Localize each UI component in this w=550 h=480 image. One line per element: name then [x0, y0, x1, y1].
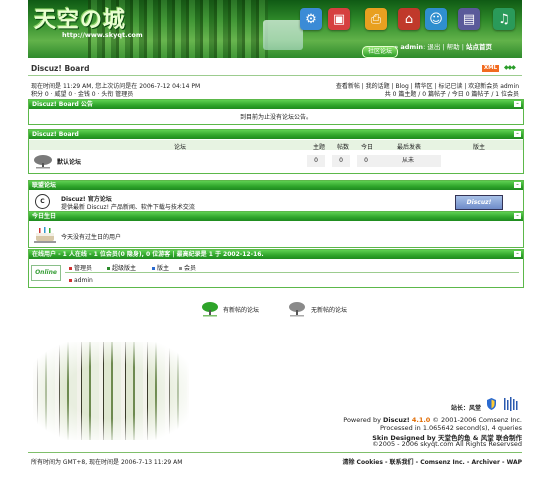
birthday-text: 今天没有过生日的用户	[61, 234, 122, 241]
partner-banner[interactable]: Discuz!	[455, 195, 503, 210]
discuz-link[interactable]: Discuz!	[383, 416, 410, 424]
community-forum-button[interactable]: 社区论坛	[362, 46, 398, 58]
birthday-cake-icon	[34, 227, 56, 243]
birthday-header: 今日生日 –	[29, 212, 523, 221]
col-posts: 帖数	[337, 144, 350, 151]
collapse-icon[interactable]: –	[514, 182, 521, 188]
post-count: 0	[332, 155, 350, 167]
waterfall-image	[263, 20, 303, 50]
legend-super-mod: 超级版主	[107, 263, 136, 272]
users-icon[interactable]: ☺	[425, 8, 447, 30]
collapse-icon[interactable]: –	[514, 131, 521, 137]
col-last-post: 最后发表	[397, 144, 422, 151]
birthday-section: 今日生日 – 今天没有过生日的用户	[28, 211, 524, 248]
announcement-section: Discuz! Board 公告 – 到目前为止没有论坛公告。	[28, 99, 524, 125]
discuz-logo-icon[interactable]: C	[35, 194, 50, 209]
col-threads: 主题	[313, 144, 326, 151]
xml-rss-button[interactable]: XML	[482, 65, 499, 72]
legend-mod: 版主	[152, 263, 169, 272]
legend-member: 会员	[179, 263, 196, 272]
homepage-link[interactable]: 站点首页	[466, 43, 492, 51]
site-stat-label[interactable]: 站长：风堂	[451, 403, 481, 412]
table-row[interactable]: 默认论坛 0 0 0 从未	[29, 152, 523, 170]
announcement-header: Discuz! Board 公告 –	[29, 100, 523, 109]
online-user-link[interactable]: admin	[69, 277, 93, 284]
points-info: 积分 0 · 威望 0 · 金钱 0 · 头衔 管理员	[31, 91, 134, 98]
forum-column-headers: 论坛 主题 帖数 今日 最后发表 版主	[29, 140, 523, 151]
shield-icon[interactable]	[487, 398, 496, 410]
site-header: 天空の城 http://www.skyqt.com ⚙ ▣ ⎙ ⌂ ☺ ▤ ♫ …	[28, 0, 522, 58]
home-icon[interactable]: ⌂	[398, 8, 420, 30]
collapse-icon[interactable]: –	[514, 251, 521, 257]
new-posts-label: 有新帖的论坛	[223, 307, 260, 314]
divider	[65, 272, 519, 273]
music-icon[interactable]: ♫	[493, 8, 515, 30]
processed-info: Processed in 1.065642 second(s), 4 queri…	[379, 424, 522, 432]
forum-name-link[interactable]: 默认论坛	[57, 157, 81, 166]
new-posts-tree-icon	[202, 302, 218, 317]
online-users-section: 在线用户 - 1 人在线 - 1 位会员(0 隐身), 0 位游客 | 最高纪录…	[28, 249, 524, 288]
site-url[interactable]: http://www.skyqt.com	[62, 31, 143, 39]
forum-tree-icon	[34, 155, 52, 169]
partner-links-section: 联盟论坛 – C Discuz! 官方论坛 提供最新 Discuz! 产品新闻、…	[28, 180, 524, 212]
partner-site-desc: 提供最新 Discuz! 产品新闻、软件下载与技术交流	[61, 204, 195, 211]
bot-icon[interactable]: ⚙	[300, 8, 322, 30]
collapse-icon[interactable]: –	[514, 213, 521, 219]
announcement-text: 到目前为止没有论坛公告。	[239, 114, 312, 121]
today-count: 0	[357, 155, 375, 167]
collapse-icon[interactable]: –	[514, 101, 521, 107]
nav-arrows-icon[interactable]: ◆◆◆	[504, 64, 516, 71]
printer-icon[interactable]: ⎙	[365, 8, 387, 30]
col-today: 今日	[361, 144, 374, 151]
col-forum: 论坛	[174, 144, 187, 151]
col-moderator: 版主	[473, 144, 486, 151]
footer-links[interactable]: 清除 Cookies - 联系我们 - Comsenz Inc. - Archi…	[342, 457, 522, 466]
board-title[interactable]: Discuz! Board	[31, 64, 89, 73]
logout-link[interactable]: 退出	[427, 43, 440, 51]
divider	[28, 452, 522, 453]
help-link[interactable]: 帮助	[447, 43, 460, 51]
legend-admin: 管理员	[69, 263, 92, 272]
forum-list-section: Discuz! Board – 论坛 主题 帖数 今日 最后发表 版主 默认论坛…	[28, 129, 524, 174]
stat-counter-icon[interactable]	[503, 397, 518, 411]
monitor-icon[interactable]: ▣	[328, 8, 350, 30]
birch-forest-image	[33, 342, 189, 440]
powered-by: Powered by Discuz! 4.1.0 © 2001-2006 Com…	[343, 416, 522, 424]
last-post: 从未	[375, 155, 441, 167]
footer-time: 所有时间为 GMT+8, 现在时间是 2006-7-13 11:29 AM	[31, 459, 183, 466]
forum-stats: 共 0 篇主题 / 0 篇帖子 / 今日 0 篇帖子 / 1 位会员	[384, 91, 519, 98]
no-new-posts-tree-icon	[289, 302, 305, 317]
site-logo[interactable]: 天空の城	[34, 2, 126, 34]
online-users-header: 在线用户 - 1 人在线 - 1 位会员(0 隐身), 0 位游客 | 最高纪录…	[29, 250, 523, 259]
computer-icon[interactable]: ▤	[458, 8, 480, 30]
partner-links-header: 联盟论坛 –	[29, 181, 523, 190]
no-new-posts-label: 无新帖的论坛	[311, 307, 348, 314]
user-nav: » admin: 退出 | 帮助 | 站点首页	[394, 43, 492, 51]
username-link[interactable]: admin	[400, 43, 423, 51]
site-copyright: ©2005 - 2006 skyqt.com All Rights Reserv…	[372, 440, 522, 448]
online-logo: Online	[31, 265, 61, 281]
thread-count: 0	[307, 155, 325, 167]
user-prefix: »	[394, 43, 399, 51]
forum-list-header: Discuz! Board –	[29, 130, 523, 139]
divider	[28, 75, 522, 76]
